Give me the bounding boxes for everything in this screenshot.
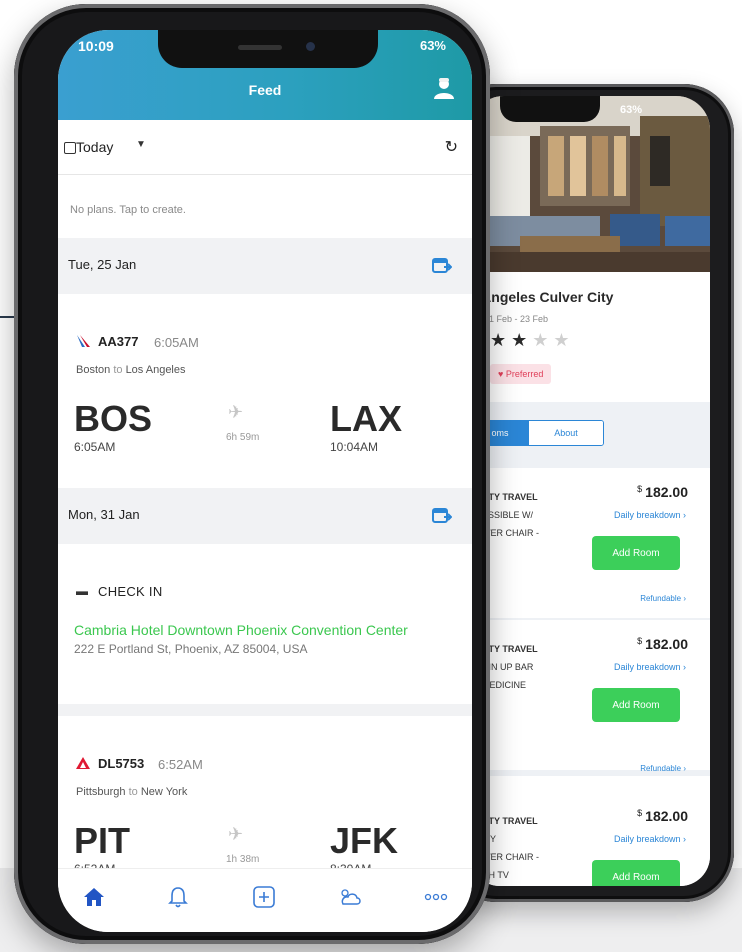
add-room-button[interactable]: Add Room — [592, 688, 680, 722]
hotel-photo[interactable] — [470, 96, 710, 272]
hotel-details-screen: 63% s Angeles Culver City 21 Feb - 23 Fe… — [470, 96, 710, 886]
star-empty-icon: ★ — [532, 330, 554, 350]
star-empty-icon: ★ — [553, 330, 575, 350]
origin-code: BOS — [74, 398, 153, 439]
room-card: UTY TRAVEL HIN UP BAR MEDICINE $182.00 D… — [470, 620, 710, 776]
speaker — [238, 45, 282, 50]
date-filter-bar: Today ▼ ↻ — [58, 120, 472, 175]
status-time: 10:09 — [78, 38, 114, 54]
weather-icon[interactable] — [336, 883, 364, 911]
room-description: UTY TRAVEL HIN UP BAR MEDICINE — [482, 644, 538, 690]
hotel-name-link[interactable]: Cambria Hotel Downtown Phoenix Conventio… — [74, 622, 408, 638]
checkin-label: CHECK IN — [98, 584, 163, 599]
flight-duration: 1h 38m — [226, 854, 260, 865]
departure-time: 6:05AM — [154, 335, 199, 350]
destination-code: LAX — [330, 398, 402, 439]
front-phone-frame: 10:09 63% Feed Today ▼ ↻ No plans. Tap t… — [14, 4, 490, 944]
daily-breakdown-link[interactable]: Daily breakdown › — [614, 510, 686, 520]
page-title: Feed — [248, 82, 282, 98]
delta-logo-icon — [76, 756, 90, 774]
stay-dates: 21 Feb - 23 Feb — [484, 314, 549, 324]
star-icon: ★ — [511, 330, 533, 350]
flight-route: Boston to Los Angeles — [76, 364, 186, 376]
daily-breakdown-link[interactable]: Daily breakdown › — [614, 834, 686, 844]
room-card: UTY TRAVEL ITY WER CHAIR - CH TV $182.00… — [470, 792, 710, 886]
add-icon[interactable] — [250, 883, 278, 911]
profile-icon[interactable] — [432, 76, 456, 100]
calendar-icon — [64, 142, 76, 154]
checkin-card[interactable]: ▬ CHECK IN Cambria Hotel Downtown Phoeni… — [58, 544, 472, 704]
preferred-badge: ♥ Preferred — [490, 364, 552, 384]
section-date: Mon, 31 Jan — [68, 507, 140, 522]
flight-card[interactable]: AA377 6:05AM Boston to Los Angeles BOS 6… — [58, 294, 472, 482]
add-to-calendar-icon[interactable] — [432, 256, 453, 279]
add-to-calendar-icon[interactable] — [432, 506, 453, 529]
add-room-button[interactable]: Add Room — [592, 536, 680, 570]
feed-screen: 10:09 63% Feed Today ▼ ↻ No plans. Tap t… — [58, 30, 472, 932]
destination-time: 10:04AM — [330, 440, 379, 454]
notch — [500, 96, 600, 122]
refresh-icon[interactable]: ↻ — [445, 137, 458, 157]
refundable-link[interactable]: Refundable › — [640, 764, 686, 773]
bottom-nav — [58, 868, 472, 932]
empty-state-message[interactable]: No plans. Tap to create. — [70, 204, 186, 216]
divider — [58, 704, 472, 716]
home-icon[interactable] — [80, 883, 108, 911]
bell-icon[interactable] — [164, 883, 192, 911]
room-price: $182.00 — [637, 484, 688, 500]
room-card: UTY TRAVEL ESSIBLE W/ WER CHAIR - ... $1… — [470, 468, 710, 624]
room-price: $182.00 — [637, 636, 688, 652]
caret-down-icon[interactable]: ▼ — [136, 139, 146, 150]
airplane-icon: ✈ — [228, 824, 244, 844]
more-icon[interactable] — [422, 883, 450, 911]
flight-duration: 6h 59m — [226, 432, 260, 443]
room-description: UTY TRAVEL ESSIBLE W/ WER CHAIR - ... — [482, 492, 539, 556]
date-filter-dropdown[interactable]: Today — [76, 139, 113, 155]
destination-code: JFK — [330, 820, 399, 861]
flight-route: Pittsburgh to New York — [76, 786, 188, 798]
tab-about[interactable]: About — [529, 421, 603, 445]
status-battery: 63% — [419, 38, 446, 53]
heart-icon: ♥ — [498, 369, 504, 379]
hotel-address: 222 E Portland St, Phoenix, AZ 85004, US… — [74, 642, 308, 656]
star-rating: ★★★★ — [490, 330, 575, 351]
room-tabs: oms About — [470, 420, 604, 446]
hotel-title: s Angeles Culver City — [470, 289, 614, 305]
origin-code: PIT — [74, 820, 131, 861]
daily-breakdown-link[interactable]: Daily breakdown › — [614, 662, 686, 672]
camera — [306, 42, 315, 51]
departure-time: 6:52AM — [158, 757, 203, 772]
flight-number: DL5753 — [98, 756, 145, 771]
bed-icon: ▬ — [76, 584, 88, 598]
star-icon: ★ — [490, 330, 512, 350]
room-price: $182.00 — [637, 808, 688, 824]
status-battery: 63% — [620, 104, 643, 116]
date-section-header: Mon, 31 Jan — [58, 488, 472, 544]
section-date: Tue, 25 Jan — [68, 257, 137, 272]
american-airlines-logo-icon — [76, 334, 92, 353]
flight-card[interactable]: DL5753 6:52AM Pittsburgh to New York PIT… — [58, 716, 472, 876]
refundable-link[interactable]: Refundable › — [640, 594, 686, 603]
origin-time: 6:05AM — [74, 440, 116, 454]
add-room-button[interactable]: Add Room — [592, 860, 680, 886]
airplane-icon: ✈ — [228, 402, 244, 422]
date-section-header: Tue, 25 Jan — [58, 238, 472, 294]
flight-number: AA377 — [98, 334, 139, 349]
room-description: UTY TRAVEL ITY WER CHAIR - CH TV — [482, 816, 539, 880]
